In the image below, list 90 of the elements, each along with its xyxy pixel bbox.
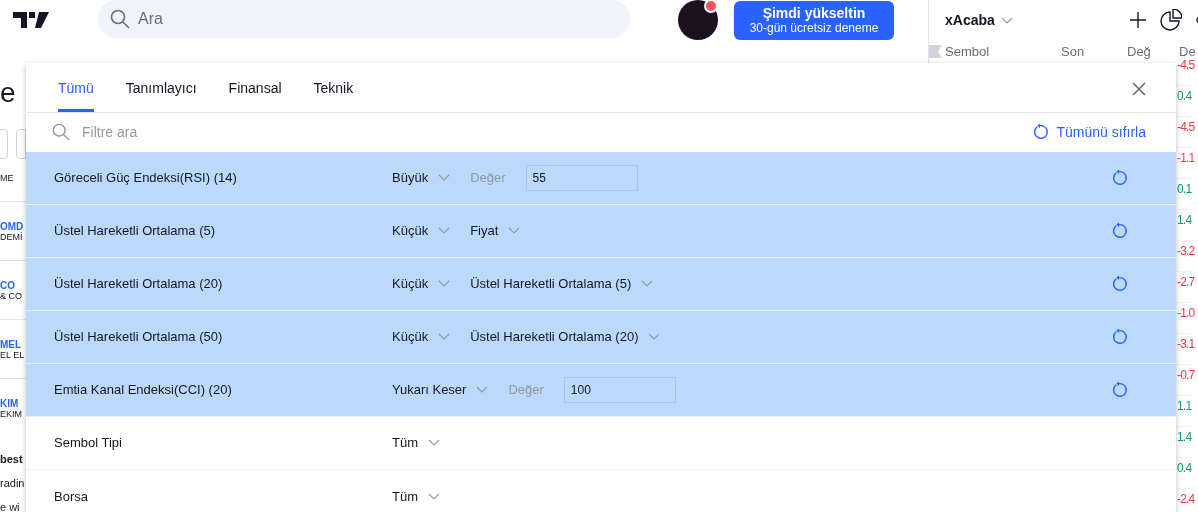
symbol-name: & CO [0,290,23,301]
target-dropdown[interactable]: Üstel Hareketli Ortalama (20) [470,329,661,345]
target-dropdown[interactable]: Fiyat [470,223,521,239]
change-value: 1.1 [1177,399,1192,413]
value-field[interactable]: 100 [563,376,676,403]
change-value: -0.7 [1177,368,1195,382]
chevron-down-icon [641,280,654,288]
symbol-name: DEMİ [0,231,24,242]
change-value: -3.2 [1177,244,1195,258]
upgrade-button[interactable]: Şimdi yükseltin 30-gün ücretsiz deneme [734,0,894,40]
change-value: -1.0 [1177,306,1195,320]
change-value: 0.4 [1177,89,1192,103]
target-dropdown[interactable]: Üstel Hareketli Ortalama (5) [470,276,654,292]
operator-dropdown[interactable]: Büyük [392,170,451,186]
filter-row[interactable]: Göreceli Güç Endeksi(RSI) (14) Büyük Değer 55 [26,151,1176,205]
operator-dropdown[interactable]: Tüm [392,488,440,504]
operator-dropdown[interactable]: Yukarı Keser [392,382,489,398]
operator-dropdown[interactable]: Küçük [392,329,451,345]
close-button[interactable] [1132,82,1146,96]
page-heading: e [0,77,17,110]
chevron-down-icon [438,333,451,341]
filter-row[interactable]: Borsa Tüm [26,470,1176,512]
value-label: Değer [508,382,544,398]
symbol-ticker[interactable]: OMD [0,220,26,232]
avatar-icon[interactable] [678,0,718,40]
value-field[interactable]: 55 [525,164,638,191]
filter-name: Üstel Hareketli Ortalama (20) [53,276,224,292]
symbol-name: EKIM [0,408,23,419]
column-header[interactable]: Sembol [945,43,1061,59]
change-value: 1.4 [1177,430,1192,444]
chevron-down-icon [476,386,489,394]
filter-row[interactable]: Üstel Hareketli Ortalama (50) Küçük Üstel Hareketli Ortalama (20) [26,310,1176,364]
change-value: -2.4 [1177,492,1195,506]
filter-name: Emtia Kanal Endeksi(CCI) (20) [53,382,233,398]
column-header[interactable]: De [1179,43,1196,59]
filter-row[interactable]: Üstel Hareketli Ortalama (20) Küçük Üstel Hareketli Ortalama (5) [26,257,1176,311]
reset-all-button[interactable]: Tümünü sıfırla [1030,123,1146,142]
chevron-down-icon [428,439,440,447]
reset-icon[interactable] [1110,168,1128,187]
chevron-down-icon [1000,16,1013,24]
filter-row[interactable]: Sembol Tipi Tüm [26,416,1176,470]
chevron-down-icon [428,492,440,500]
reset-icon[interactable] [1110,327,1128,346]
operator-dropdown[interactable]: Küçük [392,223,451,239]
operator-dropdown[interactable]: Tüm [392,435,440,451]
change-value: -4.5 [1177,120,1195,134]
tab[interactable]: Tümü [58,63,94,113]
filter-row[interactable]: Emtia Kanal Endeksi(CCI) (20) Yukarı Keser Değer 100 [26,363,1176,417]
chevron-down-icon [508,227,521,235]
column-header[interactable]: Değ [1127,43,1179,59]
search-field[interactable]: Ara [98,0,630,38]
reset-icon[interactable] [1110,221,1128,240]
reset-icon[interactable] [1110,380,1128,399]
tab[interactable]: Tanımlayıcı [125,63,197,113]
change-value: 1.4 [1177,213,1192,227]
filter-name: Sembol Tipi [53,435,123,451]
filter-row[interactable]: Üstel Hareketli Ortalama (5) Küçük Fiyat [26,204,1176,258]
chevron-down-icon [438,174,451,182]
symbol-ticker[interactable]: KIM [0,397,26,409]
search-icon [52,123,70,142]
operator-dropdown[interactable]: Küçük [392,276,451,292]
logo-icon[interactable] [13,12,49,28]
change-value: -2.7 [1177,275,1195,289]
filter-name: Üstel Hareketli Ortalama (50) [53,329,224,345]
change-value: -4.5 [1177,58,1195,72]
watchlist-name[interactable]: xAcaba [945,12,995,28]
change-value: -1.1 [1177,151,1195,165]
plus-icon[interactable] [1130,12,1146,28]
filter-name: Borsa [53,488,89,504]
symbol-name: EL EL [0,349,26,360]
reset-icon[interactable] [1110,274,1128,293]
pie-chart-icon[interactable] [1160,9,1182,31]
page-text: e wi [0,500,21,512]
column-label: ME [0,173,15,185]
tab[interactable]: Finansal [228,63,282,113]
change-value: -3.1 [1177,337,1195,351]
chevron-down-icon [648,333,661,341]
filter-name: Göreceli Güç Endeksi(RSI) (14) [53,170,238,186]
change-value: 0.1 [1177,182,1192,196]
change-value: 0.4 [1177,461,1192,475]
chevron-down-icon [438,280,451,288]
symbol-ticker[interactable]: MEL [0,338,26,350]
symbol-ticker[interactable]: CO [0,279,26,291]
tab[interactable]: Teknik [313,63,354,113]
page-text: best [0,452,24,467]
value-label: Değer [470,170,506,186]
page-text: radin [0,476,26,491]
column-header[interactable]: Son [1061,43,1127,59]
chevron-down-icon [438,227,451,235]
filter-name: Üstel Hareketli Ortalama (5) [53,223,217,239]
